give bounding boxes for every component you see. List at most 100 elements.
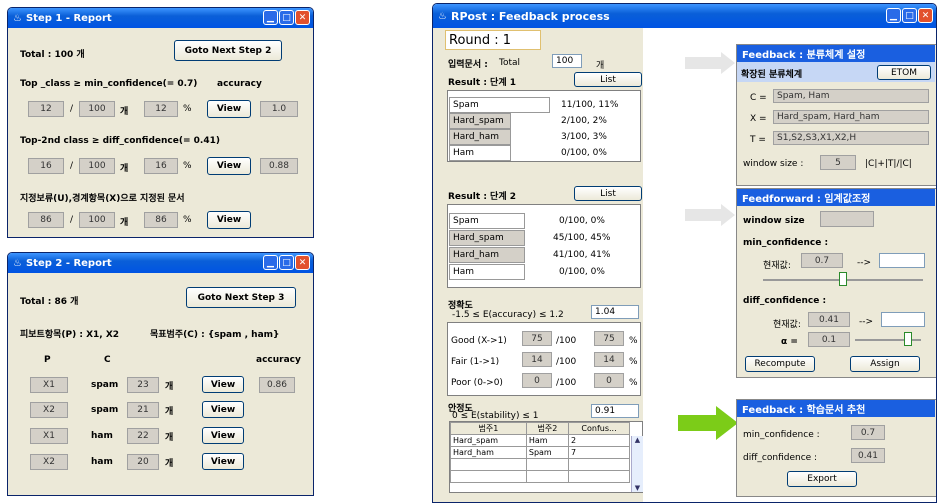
r2-accuracy: 0.88: [260, 158, 298, 174]
step1-titlebar[interactable]: ♨ Step 1 - Report ▁ □ ✕: [8, 8, 313, 28]
step2-titlebar[interactable]: ♨ Step 2 - Report ▁ □ ✕: [8, 253, 313, 273]
poor-den: /100: [556, 378, 577, 388]
top2-condition: Top-2nd class ≥ diff_confidence(= 0.41): [20, 136, 220, 146]
minimize-icon[interactable]: ▁: [263, 10, 278, 25]
accuracy-header: accuracy: [217, 79, 262, 89]
r3-unit: 개: [120, 218, 129, 228]
row3-view-button[interactable]: View: [202, 427, 244, 444]
minimize-icon[interactable]: ▁: [886, 8, 901, 23]
maximize-icon[interactable]: □: [279, 255, 294, 270]
ff-diff-arrow: -->: [859, 317, 874, 327]
r1-accuracy: 1.0: [260, 101, 298, 117]
col-c-header: C: [104, 355, 111, 365]
result1-hard-spam[interactable]: Hard_spam: [449, 113, 511, 129]
ff-window-size-label: window size: [743, 216, 805, 226]
row3-p: X1: [30, 428, 68, 444]
java-icon: ♨: [13, 257, 22, 269]
fair-den: /100: [556, 357, 577, 367]
r3-total: 100: [79, 212, 115, 228]
result2-ham-val: 0/100, 0%: [559, 267, 605, 277]
r3-count: 86: [28, 212, 64, 228]
row2-unit: 개: [165, 407, 174, 417]
result1-spam[interactable]: Spam: [449, 97, 550, 113]
goto-step2-button[interactable]: Goto Next Step 2: [174, 40, 282, 61]
goto-step3-button[interactable]: Goto Next Step 3: [186, 287, 296, 308]
result2-ham[interactable]: Ham: [449, 264, 525, 280]
export-button[interactable]: Export: [787, 471, 857, 487]
maximize-icon[interactable]: □: [279, 10, 294, 25]
result2-spam[interactable]: Spam: [449, 213, 525, 229]
result2-hard-spam[interactable]: Hard_spam: [449, 230, 525, 246]
ff-min-arrow: -->: [857, 258, 872, 268]
table-scrollbar[interactable]: ▲ ▼: [631, 436, 643, 492]
row3-unit: 개: [165, 433, 174, 443]
accuracy-range: -1.5 ≤ E(accuracy) ≤ 1.2: [452, 310, 564, 320]
scroll-up-icon[interactable]: ▲: [632, 436, 643, 444]
ff-diff-new-input[interactable]: [881, 312, 925, 327]
r3-view-button[interactable]: View: [207, 211, 251, 229]
result2-hard-ham[interactable]: Hard_ham: [449, 247, 525, 263]
row4-c: ham: [91, 457, 113, 467]
step1-total: Total : 100 개: [20, 50, 85, 60]
java-icon: ♨: [13, 12, 22, 24]
stability-value[interactable]: 0.91: [591, 404, 639, 418]
row1-view-button[interactable]: View: [202, 376, 244, 393]
t-value: S1,S2,S3,X1,X2,H: [773, 131, 929, 145]
table-cell: Hard_spam: [450, 434, 527, 447]
close-icon[interactable]: ✕: [295, 10, 310, 25]
table-header[interactable]: 범주1: [450, 422, 527, 435]
rpost-titlebar[interactable]: ♨ RPost : Feedback process ▁ □ ✕: [433, 4, 936, 28]
result1-hard-ham[interactable]: Hard_ham: [449, 129, 511, 145]
accuracy-value[interactable]: 1.04: [591, 305, 639, 319]
ff-min-conf-label: min_confidence :: [743, 238, 829, 248]
feedback1-subtitle: 확장된 분류체계: [741, 70, 803, 80]
row3-n: 22: [127, 428, 159, 444]
window-formula: |C|+|T|/|C|: [865, 159, 912, 169]
poor-pct: 0: [594, 373, 624, 388]
result1-ham[interactable]: Ham: [449, 145, 511, 161]
pivot-label: 피보트항목(P) : X1, X2: [20, 330, 120, 340]
confusion-table: 범주1 범주2 Confus... Hard_spam Ham 2 Hard_h…: [450, 422, 630, 483]
close-icon[interactable]: ✕: [918, 8, 933, 23]
input-label: 입력문서 :: [448, 60, 488, 70]
table-cell: 2: [568, 434, 630, 447]
result2-list-button[interactable]: List: [574, 186, 642, 201]
table-header[interactable]: 범주2: [525, 422, 570, 435]
designated-docs-label: 지정보류(U),경계항목(X)으로 지정된 문서: [20, 194, 185, 204]
recompute-button[interactable]: Recompute: [745, 356, 815, 372]
table-header[interactable]: Confus...: [568, 422, 630, 435]
row2-view-button[interactable]: View: [202, 401, 244, 418]
result1-list-button[interactable]: List: [574, 72, 642, 87]
etom-button[interactable]: ETOM: [877, 65, 931, 80]
row1-accuracy: 0.86: [259, 377, 295, 393]
row1-n: 23: [127, 377, 159, 393]
fair-label: Fair (1->1): [451, 357, 500, 367]
good-label: Good (X->1): [451, 336, 507, 346]
table-row[interactable]: Hard_ham Spam 7: [450, 446, 630, 459]
table-row[interactable]: Hard_spam Ham 2: [450, 434, 630, 447]
slash: /: [70, 215, 74, 225]
scroll-down-icon[interactable]: ▼: [632, 484, 643, 492]
r1-unit: 개: [120, 107, 129, 117]
arrow-to-feedback: [685, 52, 735, 77]
alpha-slider-thumb[interactable]: [903, 332, 912, 346]
min-confidence-slider-thumb[interactable]: [839, 272, 847, 286]
result2-label: Result : 단계 2: [448, 192, 517, 202]
assign-button[interactable]: Assign: [850, 356, 920, 372]
r3-pct: 86: [144, 212, 178, 228]
r2-view-button[interactable]: View: [207, 157, 251, 175]
slash: /: [70, 104, 74, 114]
result1-spam-val: 11/100, 11%: [561, 100, 619, 110]
r2-count: 16: [28, 158, 64, 174]
r1-view-button[interactable]: View: [207, 100, 251, 118]
row4-view-button[interactable]: View: [202, 453, 244, 470]
minimize-icon[interactable]: ▁: [263, 255, 278, 270]
x-label: X =: [750, 114, 767, 124]
close-icon[interactable]: ✕: [295, 255, 310, 270]
total-input[interactable]: 100: [552, 54, 582, 68]
stability-range: 0 ≤ E(stability) ≤ 1: [452, 411, 539, 421]
table-cell: Hard_ham: [450, 446, 527, 459]
rpost-window: ♨ RPost : Feedback process ▁ □ ✕ Round :…: [432, 3, 937, 503]
maximize-icon[interactable]: □: [902, 8, 917, 23]
ff-min-new-input[interactable]: [879, 253, 925, 268]
